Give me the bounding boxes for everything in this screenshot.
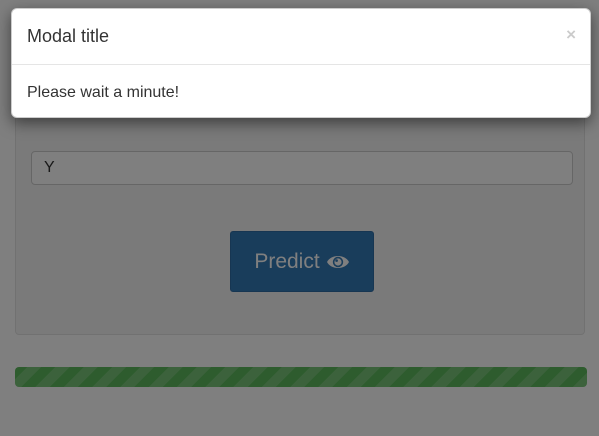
modal-dialog: Modal title × Please wait a minute! bbox=[11, 8, 591, 118]
close-icon[interactable]: × bbox=[566, 25, 576, 45]
modal-header: Modal title × bbox=[12, 9, 590, 65]
modal-title: Modal title bbox=[27, 26, 110, 46]
modal-body-text: Please wait a minute! bbox=[27, 84, 180, 101]
